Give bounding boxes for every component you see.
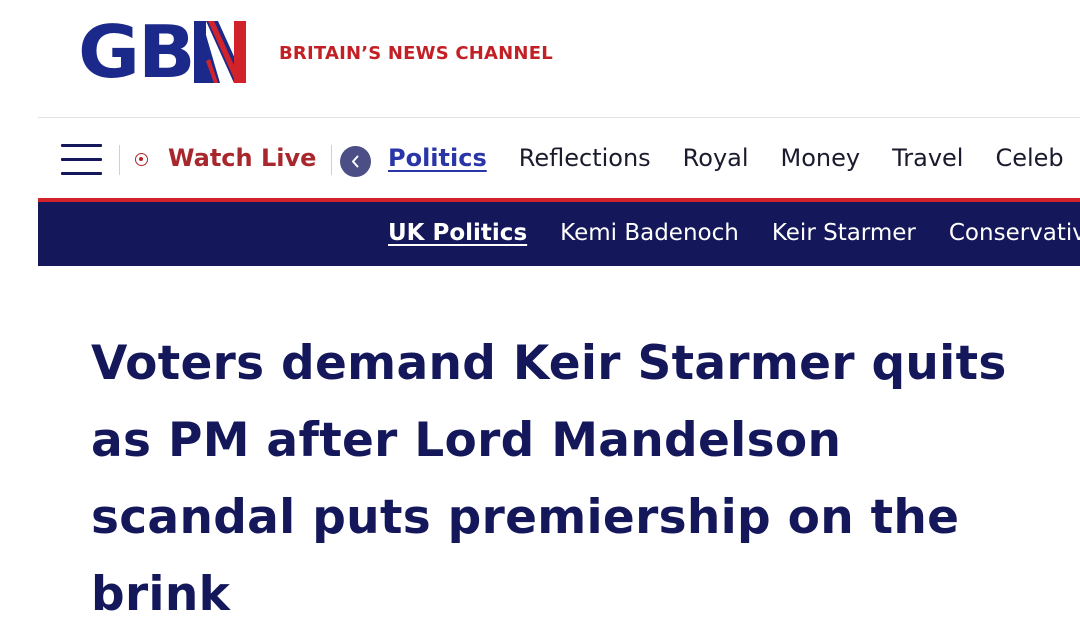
primary-nav: Watch Live Politics Reflections Royal Mo…: [38, 118, 1080, 198]
subnav-item-uk-politics[interactable]: UK Politics: [388, 220, 527, 246]
nav-item-politics[interactable]: Politics: [388, 144, 487, 172]
tagline: BRITAIN’S NEWS CHANNEL: [279, 43, 553, 64]
nav-item-royal[interactable]: Royal: [683, 144, 749, 172]
chevron-left-icon: [352, 155, 359, 168]
nav-item-reflections[interactable]: Reflections: [519, 144, 651, 172]
nav-item-money[interactable]: Money: [781, 144, 861, 172]
nav-item-travel[interactable]: Travel: [892, 144, 963, 172]
nav-back-button[interactable]: [340, 146, 371, 177]
live-record-icon: [135, 153, 148, 166]
union-flag-n-icon: [193, 21, 246, 83]
site-header: GB BRITAIN’S NEWS CHANNEL: [0, 0, 1080, 118]
watch-live-link[interactable]: Watch Live: [168, 144, 316, 172]
gbn-logo[interactable]: GB: [78, 10, 246, 94]
primary-nav-items: Politics Reflections Royal Money Travel …: [388, 144, 1080, 172]
logo-letters: GB: [78, 10, 196, 94]
nav-item-celeb[interactable]: Celeb: [995, 144, 1063, 172]
secondary-nav-items: UK Politics Kemi Badenoch Keir Starmer C…: [388, 220, 1080, 246]
nav-divider: [119, 145, 120, 175]
subnav-item-keir-starmer[interactable]: Keir Starmer: [772, 220, 916, 246]
subnav-item-kemi-badenoch[interactable]: Kemi Badenoch: [560, 220, 739, 246]
secondary-nav: UK Politics Kemi Badenoch Keir Starmer C…: [38, 202, 1080, 266]
nav-divider: [331, 145, 332, 175]
article-headline: Voters demand Keir Starmer quits as PM a…: [91, 336, 1007, 622]
subnav-item-conservatives[interactable]: Conservatives: [949, 220, 1080, 246]
hamburger-icon[interactable]: [61, 144, 102, 176]
